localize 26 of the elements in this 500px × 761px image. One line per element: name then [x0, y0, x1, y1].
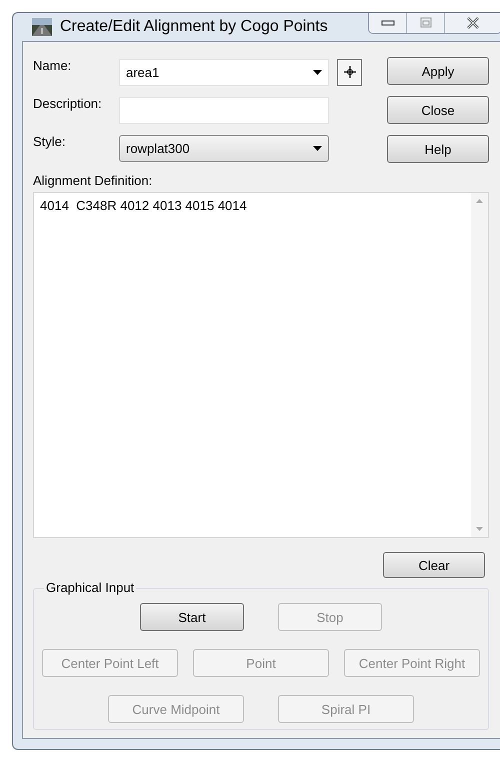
scroll-up-icon[interactable]	[476, 199, 483, 203]
crosshair-button[interactable]	[337, 58, 362, 86]
section-label: Alignment Definition:	[33, 173, 154, 188]
field-label: Description:	[33, 96, 103, 111]
group-title: Graphical Input	[44, 580, 136, 595]
style-dropdown[interactable]: rowplat300	[119, 134, 329, 162]
caret-icon	[313, 70, 322, 74]
close-icon[interactable]	[445, 13, 500, 33]
name-combo[interactable]: area1	[119, 58, 329, 86]
scrollbar[interactable]	[471, 193, 488, 537]
dialog-button[interactable]: Apply	[387, 57, 489, 85]
field-label: Style:	[33, 134, 67, 149]
caret-icon	[313, 146, 322, 150]
clear-button[interactable]: Clear	[383, 552, 485, 578]
description-field[interactable]	[119, 96, 329, 124]
road-icon	[32, 18, 52, 36]
field-label: Name:	[33, 58, 72, 73]
scroll-down-icon[interactable]	[476, 527, 483, 531]
minimize-button[interactable]	[369, 13, 407, 33]
crosshair-icon	[342, 65, 356, 79]
minimize-icon	[380, 19, 394, 27]
window-title: Create/Edit Alignment by Cogo Points	[60, 18, 328, 36]
input-button[interactable]: Start	[140, 603, 244, 631]
dialog-button[interactable]: Help	[387, 135, 489, 163]
maximize-icon	[418, 17, 432, 29]
dialog-button[interactable]: Close	[387, 96, 489, 124]
